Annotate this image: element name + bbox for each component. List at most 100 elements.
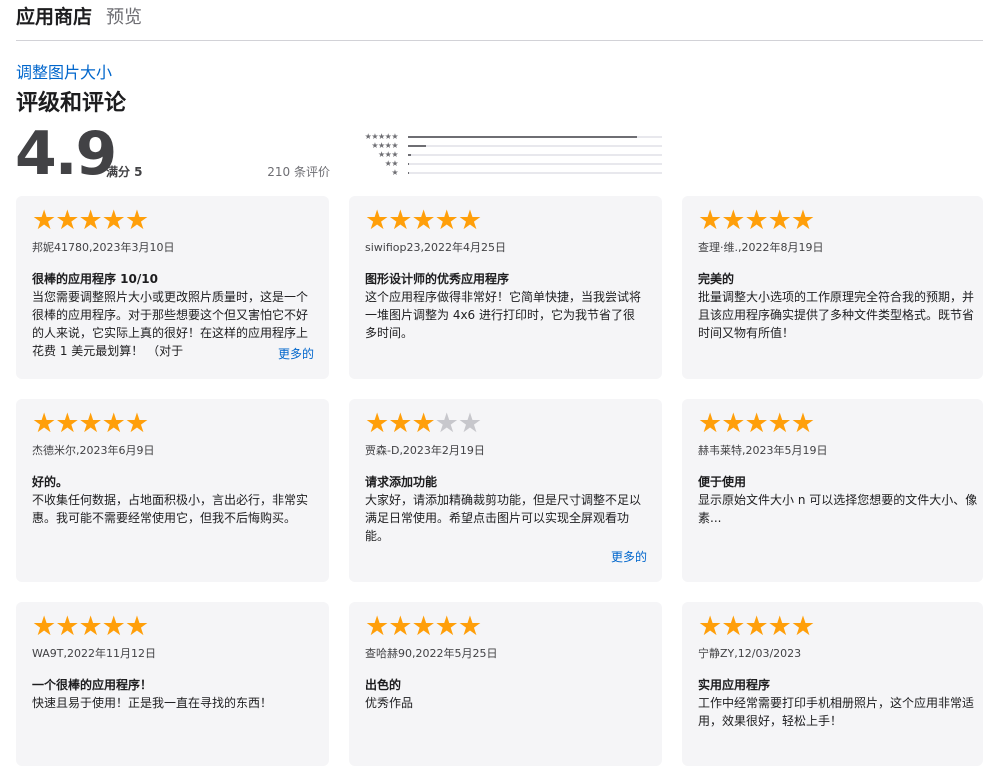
preview-label: 预览: [106, 7, 142, 28]
review-star-rating: ★★★★★: [698, 410, 967, 438]
star-filled-icon: ★: [411, 205, 435, 236]
histogram-bar: [408, 163, 410, 165]
star-filled-icon: ★: [124, 205, 149, 236]
histogram-row-3: ★★★: [348, 150, 663, 159]
histogram-track: [408, 136, 662, 138]
review-card[interactable]: ★★★★★ siwifiop23,2022年4月25日 图形设计师的优秀应用程序…: [349, 196, 662, 379]
star-filled-icon: ★: [767, 408, 792, 439]
star-filled-icon: ★: [55, 205, 79, 236]
star-filled-icon: ★: [411, 408, 435, 439]
star-filled-icon: ★: [698, 611, 722, 642]
star-filled-icon: ★: [32, 611, 56, 642]
review-star-rating: ★★★★★: [365, 207, 646, 235]
star-filled-icon: ★: [55, 408, 79, 439]
histogram-track: [408, 163, 662, 165]
review-author-date: 邦妮41780,2023年3月10日: [32, 241, 175, 254]
star-filled-icon: ★: [790, 408, 815, 439]
review-body: 显示原始文件大小 n 可以选择您想要的文件大小、像素...: [698, 493, 978, 525]
review-star-rating: ★★★★★: [365, 410, 646, 438]
histogram-stars-label: ★★★: [377, 150, 399, 159]
review-more-link[interactable]: 更多的: [611, 548, 647, 565]
top-nav-bar: 应用商店 预览: [16, 0, 983, 41]
review-author-date: 查哈赫90,2022年5月25日: [365, 647, 498, 660]
review-title: 出色的: [365, 678, 402, 692]
star-filled-icon: ★: [790, 611, 815, 642]
review-author-date: WA9T,2022年11月12日: [32, 647, 157, 660]
histogram-stars-label: ★: [391, 168, 398, 177]
review-card[interactable]: ★★★★★ 宁静ZY,12/03/2023 实用应用程序 工作中经常需要打印手机…: [682, 602, 983, 766]
review-title: 实用应用程序: [698, 678, 771, 692]
star-empty-icon: ★: [457, 408, 482, 439]
review-card[interactable]: ★★★★★ 贾森-D,2023年2月19日 请求添加功能 大家好，请添加精确裁剪…: [349, 399, 662, 582]
star-filled-icon: ★: [457, 611, 482, 642]
histogram-stars-label: ★★★★★: [364, 132, 399, 141]
star-filled-icon: ★: [365, 408, 389, 439]
histogram-track: [408, 172, 662, 174]
star-filled-icon: ★: [124, 611, 149, 642]
review-body: 工作中经常需要打印手机相册照片，这个应用非常适用，效果很好，轻松上手！: [698, 696, 975, 728]
star-filled-icon: ★: [101, 205, 126, 236]
star-filled-icon: ★: [32, 205, 56, 236]
star-filled-icon: ★: [744, 205, 768, 236]
star-filled-icon: ★: [767, 205, 792, 236]
star-filled-icon: ★: [101, 408, 126, 439]
ratings-count: 210 条评价: [267, 165, 330, 179]
rating-out-of: 满分 5: [106, 165, 143, 179]
review-card[interactable]: ★★★★★ WA9T,2022年11月12日 一个很棒的应用程序！ 快速且易于使…: [16, 602, 329, 766]
star-filled-icon: ★: [124, 408, 149, 439]
histogram-bar: [408, 136, 637, 138]
review-body: 当您需要调整照片大小或更改照片质量时，这是一个很棒的应用程序。对于那些想要这个但…: [32, 290, 309, 358]
review-star-rating: ★★★★★: [32, 410, 313, 438]
review-star-rating: ★★★★★: [698, 613, 967, 641]
histogram-track: [408, 154, 662, 156]
star-filled-icon: ★: [365, 611, 389, 642]
star-filled-icon: ★: [388, 611, 412, 642]
review-card[interactable]: ★★★★★ 查哈赫90,2022年5月25日 出色的 优秀作品: [349, 602, 662, 766]
histogram-bar: [408, 154, 411, 156]
review-title: 很棒的应用程序 10/10: [32, 272, 158, 286]
star-filled-icon: ★: [388, 408, 412, 439]
star-filled-icon: ★: [78, 205, 102, 236]
review-author-date: 杰德米尔,2023年6月9日: [32, 444, 155, 457]
star-filled-icon: ★: [698, 205, 722, 236]
review-author-date: 赫韦莱特,2023年5月19日: [698, 444, 828, 457]
review-body: 批量调整大小选项的工作原理完全符合我的预期，并且该应用程序确实提供了多种文件类型…: [698, 290, 975, 340]
review-star-rating: ★★★★★: [365, 613, 646, 641]
star-filled-icon: ★: [790, 205, 815, 236]
ratings-reviews-heading: 评级和评论: [16, 91, 127, 116]
app-store-brand[interactable]: 应用商店: [16, 2, 92, 29]
review-title: 请求添加功能: [365, 475, 438, 489]
review-card[interactable]: ★★★★★ 查理·维.,2022年8月19日 完美的 批量调整大小选项的工作原理…: [682, 196, 983, 379]
review-title: 好的。: [32, 475, 69, 489]
star-filled-icon: ★: [457, 205, 482, 236]
review-more-link[interactable]: 更多的: [273, 345, 314, 362]
star-filled-icon: ★: [434, 611, 459, 642]
histogram-row-1: ★: [348, 168, 663, 177]
star-filled-icon: ★: [365, 205, 389, 236]
star-filled-icon: ★: [744, 408, 768, 439]
review-star-rating: ★★★★★: [32, 613, 313, 641]
review-body: 大家好，请添加精确裁剪功能，但是尺寸调整不足以满足日常使用。希望点击图片可以实现…: [365, 493, 642, 543]
review-card[interactable]: ★★★★★ 邦妮41780,2023年3月10日 很棒的应用程序 10/10 当…: [16, 196, 329, 379]
app-name-link[interactable]: 调整图片大小: [16, 59, 112, 83]
star-filled-icon: ★: [101, 611, 126, 642]
review-body: 快速且易于使用！正是我一直在寻找的东西！: [32, 696, 273, 710]
star-filled-icon: ★: [32, 408, 56, 439]
review-author-date: siwifiop23,2022年4月25日: [365, 241, 506, 254]
review-author-date: 查理·维.,2022年8月19日: [698, 241, 824, 254]
review-card[interactable]: ★★★★★ 杰德米尔,2023年6月9日 好的。 不收集任何数据，占地面积极小，…: [16, 399, 329, 582]
review-body: 不收集任何数据，占地面积极小，言出必行，非常实惠。我可能不需要经常使用它，但我不…: [32, 493, 309, 525]
review-author-date: 贾森-D,2023年2月19日: [365, 444, 485, 457]
histogram-row-2: ★★: [348, 159, 663, 168]
star-filled-icon: ★: [744, 611, 768, 642]
star-filled-icon: ★: [721, 408, 745, 439]
review-card[interactable]: ★★★★★ 赫韦莱特,2023年5月19日 便于使用 显示原始文件大小 n 可以…: [682, 399, 983, 582]
review-title: 完美的: [698, 272, 735, 286]
review-star-rating: ★★★★★: [698, 207, 967, 235]
star-filled-icon: ★: [55, 611, 79, 642]
star-filled-icon: ★: [767, 611, 792, 642]
review-body: 这个应用程序做得非常好！它简单快捷，当我尝试将一堆图片调整为 4x6 进行打印时…: [365, 290, 642, 340]
review-title: 一个很棒的应用程序！: [32, 678, 153, 692]
star-filled-icon: ★: [434, 205, 459, 236]
review-body: 优秀作品: [365, 696, 414, 710]
